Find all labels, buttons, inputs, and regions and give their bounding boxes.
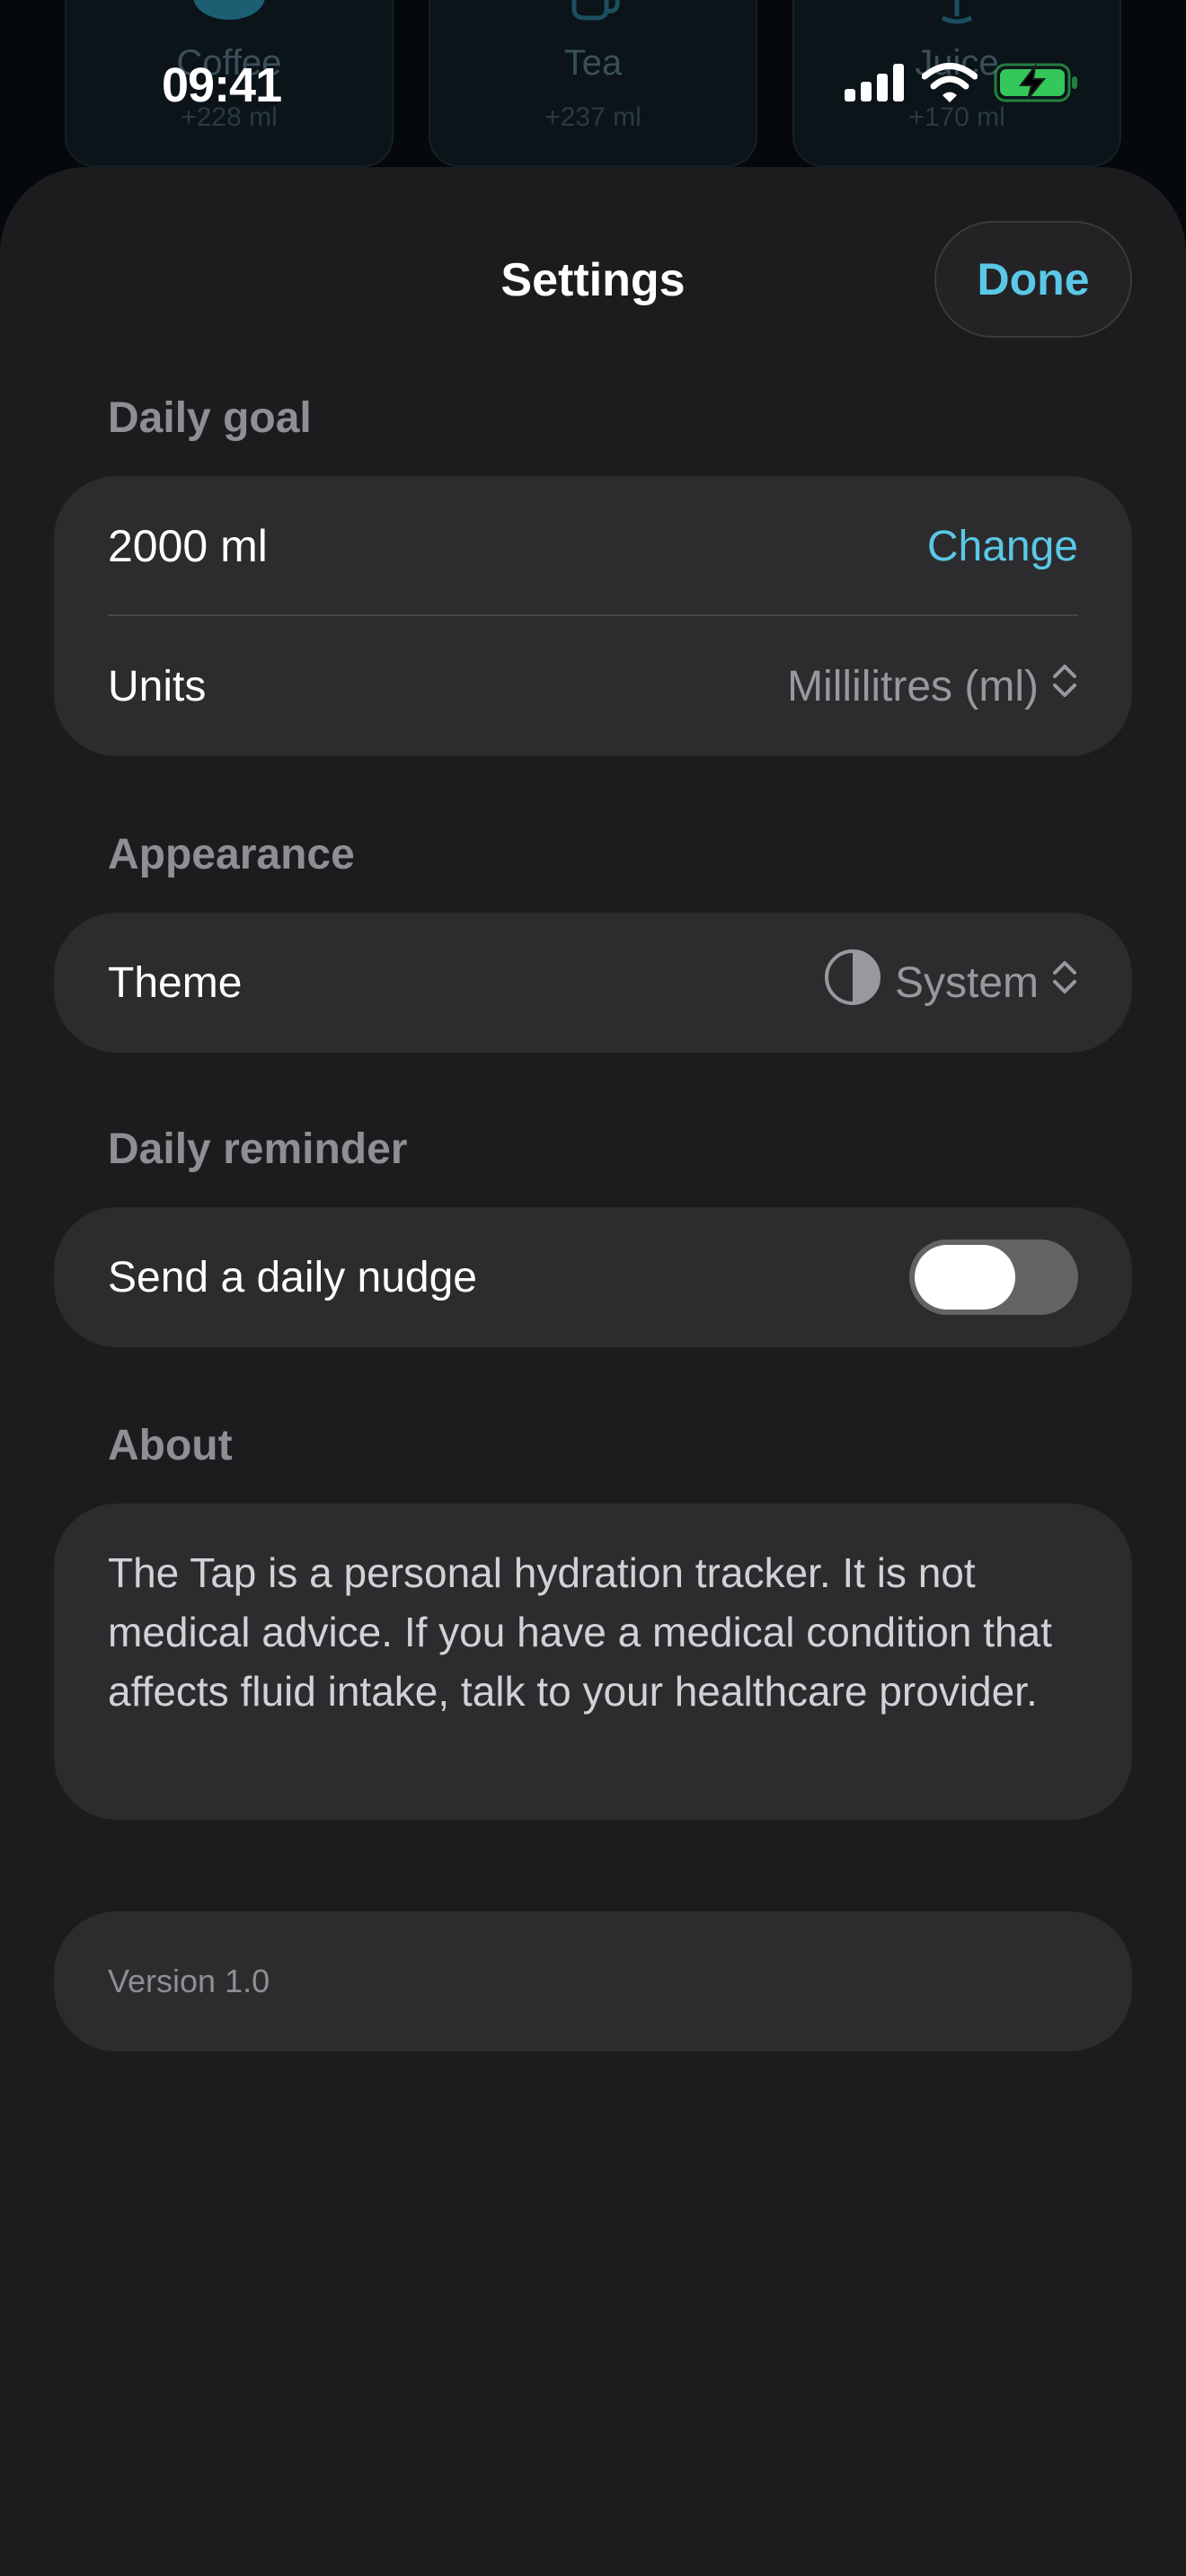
chevron-up-down-icon (1051, 957, 1078, 1009)
theme-picker[interactable]: System (823, 948, 1078, 1018)
units-value: Millilitres (ml) (787, 662, 1039, 710)
about-group: The Tap is a personal hydration tracker.… (54, 1504, 1132, 1820)
drink-card-amount: +170 ml (908, 102, 1005, 132)
version-group: Version 1.0 (54, 1911, 1132, 2051)
theme-label: Theme (108, 958, 243, 1007)
about-text: The Tap is a personal hydration tracker.… (108, 1549, 1052, 1715)
wifi-icon (921, 63, 978, 107)
section-header-daily-goal: Daily goal (108, 394, 312, 442)
appearance-group: Theme System (54, 913, 1132, 1053)
theme-value: System (894, 958, 1039, 1007)
section-header-appearance: Appearance (108, 831, 355, 878)
half-circle-contrast-icon (823, 948, 882, 1018)
units-label: Units (108, 662, 207, 710)
theme-row[interactable]: Theme System (54, 913, 1132, 1053)
screen: Coffee +228 ml Tea +237 ml Juice +170 ml… (0, 0, 1186, 2576)
glass-icon (930, 0, 984, 30)
daily-nudge-toggle[interactable] (909, 1239, 1078, 1315)
section-header-about: About (108, 1422, 233, 1469)
version-row: Version 1.0 (54, 1911, 1132, 2051)
chevron-up-down-icon (1051, 660, 1078, 712)
reminder-row: Send a daily nudge (54, 1207, 1132, 1347)
drink-card-name: Tea (563, 43, 623, 83)
done-button[interactable]: Done (934, 221, 1132, 338)
section-header-daily-reminder: Daily reminder (108, 1125, 408, 1173)
units-picker[interactable]: Millilitres (ml) (787, 660, 1078, 712)
battery-charging-icon (994, 63, 1078, 107)
cellular-signal-icon (845, 64, 906, 106)
drink-card-tea[interactable]: Tea +237 ml (429, 0, 757, 167)
reminder-label: Send a daily nudge (108, 1253, 477, 1301)
daily-goal-value: 2000 ml (108, 521, 268, 571)
coffee-cup-icon (189, 0, 270, 30)
toggle-knob (915, 1245, 1015, 1310)
settings-sheet: Settings Done Daily goal 2000 ml Change … (0, 167, 1186, 2576)
change-goal-button[interactable]: Change (927, 522, 1078, 571)
daily-goal-row: 2000 ml Change (54, 476, 1132, 616)
status-icons (845, 63, 1078, 107)
units-row[interactable]: Units Millilitres (ml) (54, 616, 1132, 756)
mug-icon (562, 0, 624, 26)
daily-goal-group: 2000 ml Change Units Millilitres (ml) (54, 476, 1132, 756)
drink-card-amount: +237 ml (544, 102, 642, 132)
version-text: Version 1.0 (108, 1963, 270, 1999)
status-time: 09:41 (162, 58, 282, 112)
reminder-group: Send a daily nudge (54, 1207, 1132, 1347)
